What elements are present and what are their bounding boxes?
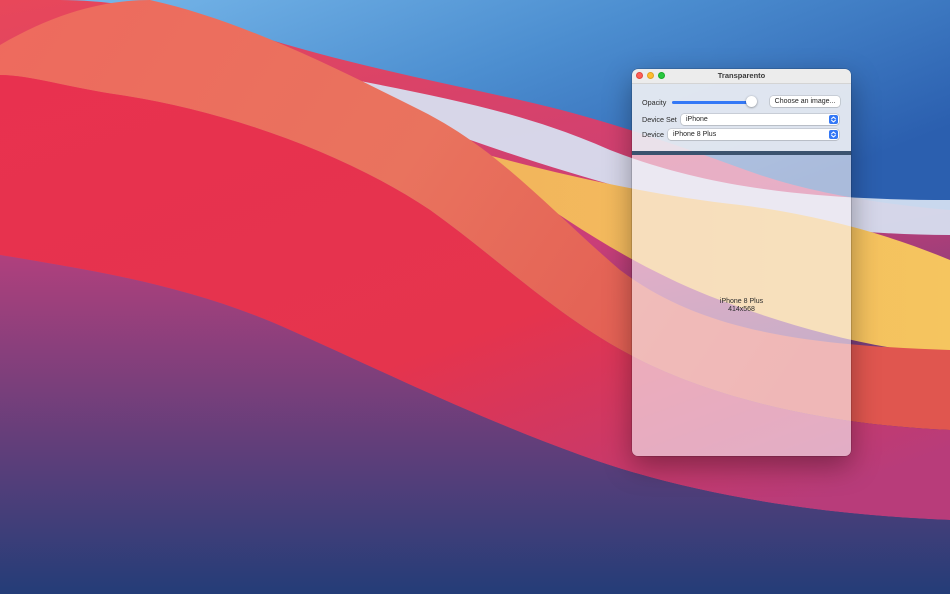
- choose-image-button[interactable]: Choose an image...: [770, 96, 840, 107]
- device-value: iPhone 8 Plus: [673, 131, 717, 138]
- device-label: Device: [642, 130, 664, 139]
- title-bar[interactable]: Transparento: [632, 69, 851, 84]
- app-window: Transparento Opacity Choose an image... …: [632, 69, 851, 456]
- device-preview-area: iPhone 8 Plus 414x568: [632, 155, 851, 456]
- window-title: Transparento: [717, 71, 766, 80]
- opacity-slider[interactable]: [672, 101, 754, 104]
- chevron-up-down-icon: [829, 115, 838, 124]
- opacity-label: Opacity: [642, 98, 667, 107]
- device-set-label: Device Set: [642, 115, 677, 124]
- preview-device-name: iPhone 8 Plus: [719, 298, 764, 305]
- preview-device-size: 414x568: [728, 306, 755, 313]
- device-set-value: iPhone: [686, 116, 708, 123]
- device-set-popup[interactable]: iPhone: [681, 114, 839, 125]
- controls-panel: Opacity Choose an image... Device Set iP…: [632, 84, 851, 151]
- device-popup[interactable]: iPhone 8 Plus: [668, 129, 839, 140]
- opacity-slider-knob[interactable]: [746, 96, 758, 107]
- opacity-slider-fill: [672, 101, 752, 104]
- chevron-up-down-icon: [829, 130, 838, 139]
